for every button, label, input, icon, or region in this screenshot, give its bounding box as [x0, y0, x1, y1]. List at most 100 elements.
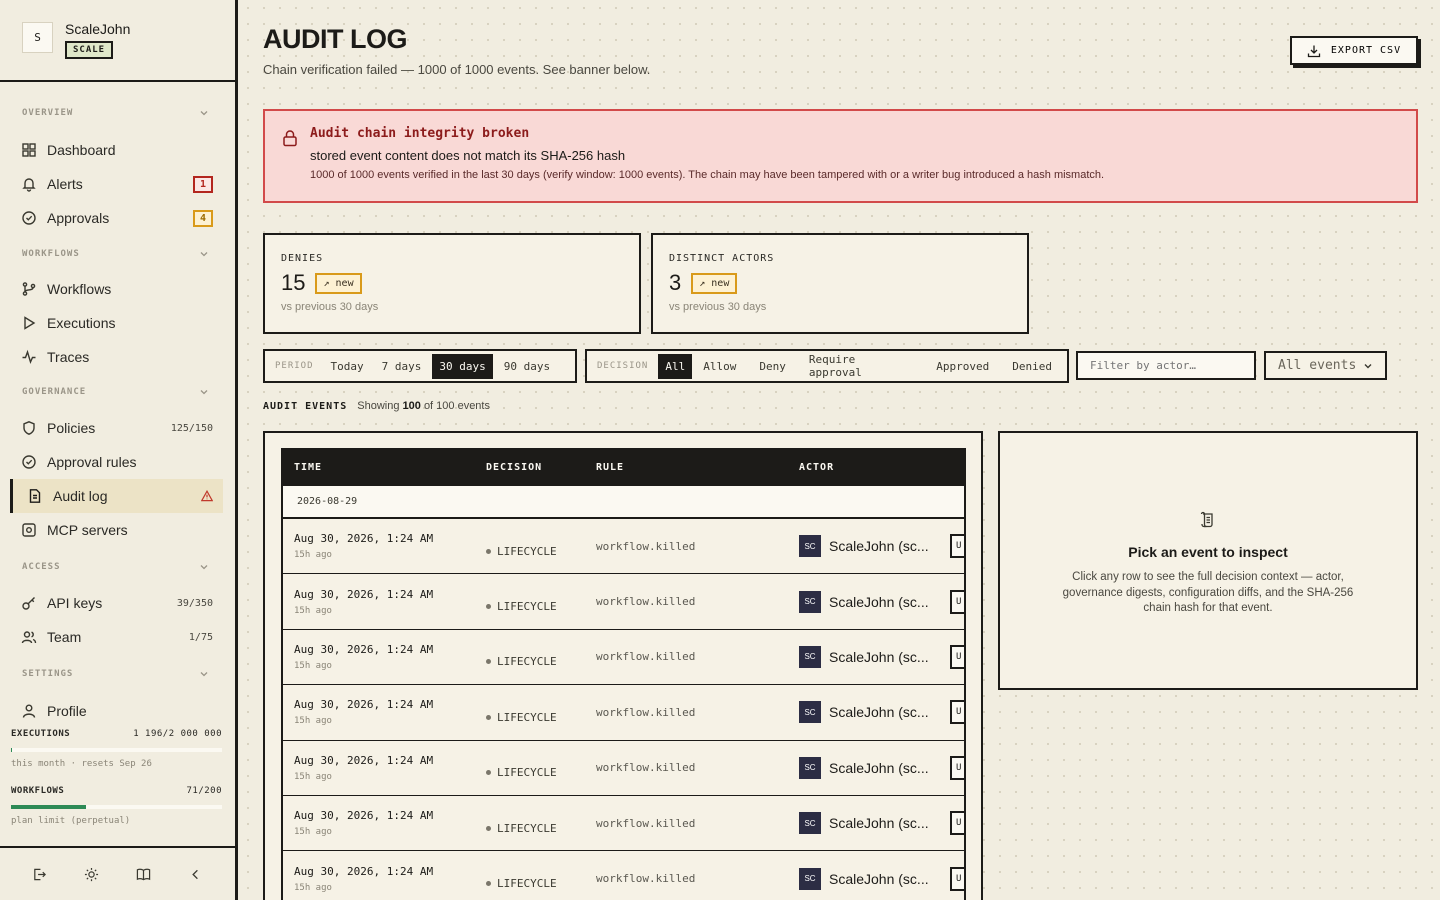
event-type-select[interactable]: All events	[1264, 351, 1387, 380]
truncated-column-cell: U	[950, 589, 966, 614]
column-header-time[interactable]: TIME	[283, 462, 486, 473]
decision-label: LIFECYCLE	[497, 821, 557, 835]
theme-sun-icon[interactable]	[84, 867, 99, 882]
decision-option-denied[interactable]: Denied	[1005, 354, 1059, 379]
showing-suffix: of 100 events	[423, 400, 490, 412]
users-icon	[21, 631, 37, 644]
cell-rule: workflow.killed	[596, 872, 696, 886]
sidebar-item-label: Approvals	[47, 210, 110, 226]
table-row[interactable]: Aug 30, 2026, 1:24 AM 15h ago LIFECYCLE wor…	[283, 796, 966, 852]
decision-option-allow[interactable]: Allow	[696, 354, 743, 379]
table-row[interactable]: Aug 30, 2026, 1:24 AM 15h ago LIFECYCLE wor…	[283, 741, 966, 796]
period-option-30-days[interactable]: 30 days	[432, 353, 493, 379]
cell-actor: SC ScaleJohn (sc...	[799, 812, 964, 835]
table-row[interactable]: Aug 30, 2026, 1:24 AM 15h ago LIFECYCLE wor…	[283, 630, 966, 686]
chevron-down-icon	[200, 111, 208, 116]
sidebar-item-workflows[interactable]: Workflows	[11, 272, 223, 306]
truncated-column-cell: U	[950, 755, 966, 780]
section-governance[interactable]: GOVERNANCE	[11, 383, 223, 401]
sidebar-item-traces[interactable]: Traces	[11, 340, 223, 374]
grid-icon	[22, 143, 36, 157]
cell-decision: LIFECYCLE	[486, 535, 596, 558]
sidebar-item-approvals[interactable]: Approvals 4	[11, 201, 223, 235]
actor-name: ScaleJohn (sc...	[829, 815, 929, 832]
sidebar-item-alerts[interactable]: Alerts 1	[11, 167, 223, 201]
actor-avatar: SC	[799, 590, 821, 613]
decision-option-deny[interactable]: Deny	[752, 354, 793, 379]
period-option-90-days[interactable]: 90 days	[497, 354, 557, 379]
cell-decision: LIFECYCLE	[486, 590, 596, 613]
sidebar-item-api-keys[interactable]: API keys 39/350	[11, 586, 223, 620]
actor-avatar: SC	[799, 701, 821, 724]
usage-workflows: WORKFLOWS 71/200 plan limit (perpetual)	[11, 786, 222, 826]
period-option-7-days[interactable]: 7 days	[375, 354, 429, 379]
column-header-decision[interactable]: DECISION	[486, 462, 596, 473]
table-row[interactable]: Aug 30, 2026, 1:24 AM 15h ago LIFECYCLE wor…	[283, 851, 966, 900]
table-row[interactable]: Aug 30, 2026, 1:24 AM 15h ago LIFECYCLE wor…	[283, 519, 966, 575]
workflows-progress-bar	[11, 805, 222, 809]
sidebar-item-audit-log[interactable]: Audit log	[10, 479, 223, 513]
section-workflows[interactable]: WORKFLOWS	[11, 245, 223, 263]
period-option-today[interactable]: Today	[324, 354, 371, 379]
cell-decision: LIFECYCLE	[486, 701, 596, 724]
sidebar-item-profile[interactable]: Profile	[11, 694, 223, 728]
alerts-count-badge: 1	[192, 175, 213, 193]
sidebar-item-label: Team	[47, 629, 82, 645]
chevron-down-icon	[200, 565, 208, 570]
decision-filter: DECISION All Allow Deny Require approval…	[585, 349, 1069, 383]
cell-actor: SC ScaleJohn (sc...	[799, 645, 964, 668]
check-circle-icon	[22, 211, 36, 225]
approvals-count-badge: 4	[192, 209, 213, 227]
sidebar-item-team[interactable]: Team 1/75	[11, 620, 223, 654]
table-row[interactable]: Aug 30, 2026, 1:24 AM 15h ago LIFECYCLE wor…	[283, 685, 966, 741]
key-icon	[22, 597, 35, 610]
usage-label: WORKFLOWS	[11, 786, 65, 796]
integrity-error-banner: Audit chain integrity broken stored even…	[263, 109, 1418, 203]
decision-option-require-approval[interactable]: Require approval	[802, 347, 920, 385]
section-overview[interactable]: OVERVIEW	[11, 104, 223, 122]
section-title: AUDIT EVENTS	[263, 401, 348, 412]
cell-time: Aug 30, 2026, 1:24 AM 15h ago	[283, 865, 486, 893]
table-row[interactable]: Aug 30, 2026, 1:24 AM 15h ago LIFECYCLE wor…	[283, 574, 966, 630]
column-header-actor[interactable]: ACTOR	[799, 462, 964, 473]
collapse-sidebar-icon[interactable]	[188, 867, 203, 882]
decision-option-all[interactable]: All	[658, 353, 693, 379]
cell-decision: LIFECYCLE	[486, 756, 596, 779]
cell-actor: SC ScaleJohn (sc...	[799, 535, 964, 558]
logout-icon[interactable]	[32, 867, 47, 882]
stat-note: vs previous 30 days	[669, 301, 767, 313]
scroll-icon	[1200, 511, 1213, 528]
sidebar-item-label: Approval rules	[47, 454, 137, 470]
stat-value: 15	[281, 270, 306, 295]
cell-decision: LIFECYCLE	[486, 812, 596, 835]
workspace-avatar: S	[22, 22, 53, 53]
branch-icon	[22, 282, 36, 296]
sidebar-item-mcp-servers[interactable]: MCP servers	[11, 513, 223, 547]
sidebar-item-policies[interactable]: Policies 125/150	[11, 411, 223, 445]
docs-book-icon[interactable]	[136, 867, 151, 882]
workspace-switcher[interactable]: S ScaleJohn SCALE	[0, 0, 235, 82]
actor-avatar: SC	[799, 812, 821, 835]
decision-option-approved[interactable]: Approved	[929, 354, 996, 379]
sidebar-item-dashboard[interactable]: Dashboard	[11, 133, 223, 167]
sidebar: S ScaleJohn SCALE OVERVIEW Dashboard Ale…	[0, 0, 238, 900]
plan-badge: SCALE	[65, 41, 114, 59]
sidebar-item-label: Profile	[47, 703, 87, 719]
decision-dot-icon	[486, 548, 491, 554]
sidebar-item-approval-rules[interactable]: Approval rules	[11, 445, 223, 479]
section-access[interactable]: ACCESS	[11, 558, 223, 576]
sidebar-item-executions[interactable]: Executions	[11, 306, 223, 340]
event-timestamp: Aug 30, 2026, 1:24 AM	[294, 698, 434, 712]
usage-note: this month · resets Sep 26	[11, 759, 152, 769]
export-csv-button[interactable]: EXPORT CSV	[1290, 36, 1418, 65]
section-settings[interactable]: SETTINGS	[11, 665, 223, 683]
sidebar-item-label: Executions	[47, 315, 116, 331]
actor-filter-input[interactable]	[1076, 351, 1256, 380]
event-relative-time: 15h ago	[294, 827, 332, 838]
column-header-rule[interactable]: RULE	[596, 462, 799, 473]
check-circle-icon	[22, 455, 36, 469]
cell-time: Aug 30, 2026, 1:24 AM 15h ago	[283, 588, 486, 616]
api-keys-count: 39/350	[176, 597, 213, 609]
filter-label: DECISION	[597, 361, 649, 371]
activity-icon	[22, 349, 36, 365]
